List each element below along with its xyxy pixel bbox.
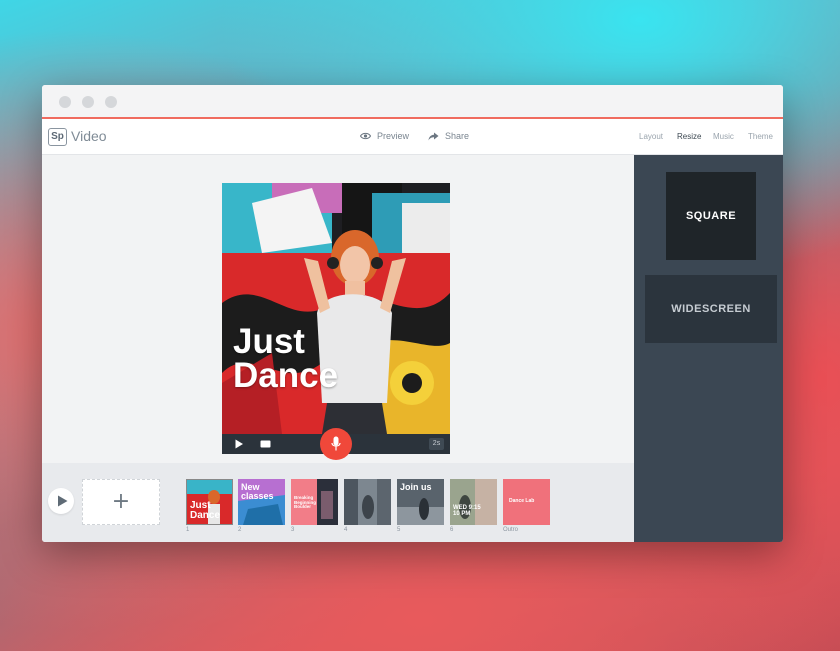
headline-line-2: Dance xyxy=(233,356,339,395)
slide-number: 2 xyxy=(238,527,242,533)
slide-number: 4 xyxy=(344,527,348,533)
thumb-3-text: Breaking Beginning Boulder xyxy=(294,495,316,509)
preview-button[interactable]: Preview xyxy=(360,131,409,141)
slide-preview[interactable]: Just Dance xyxy=(222,183,450,434)
thumb-6-text: WED 9:15 10 PM xyxy=(453,505,481,517)
tab-layout[interactable]: Layout xyxy=(639,132,663,141)
share-label: Share xyxy=(445,131,470,141)
share-button[interactable]: Share xyxy=(428,131,469,141)
slide-number: Outro xyxy=(503,527,519,533)
play-icon[interactable] xyxy=(234,439,244,449)
slide-duration[interactable]: 2s xyxy=(429,438,444,450)
add-slide-button[interactable]: + xyxy=(82,479,160,525)
slide-thumb-4[interactable] xyxy=(344,479,391,525)
close-dot[interactable] xyxy=(59,96,71,108)
slide-number: 5 xyxy=(397,527,401,533)
minimize-dot[interactable] xyxy=(82,96,94,108)
app-window: Sp Video Preview Share Layout Resize Mus… xyxy=(42,85,783,542)
resize-panel: SQUARE WIDESCREEN xyxy=(634,155,783,542)
thumb-5-text: Join us xyxy=(400,482,432,492)
microphone-icon xyxy=(331,436,341,451)
thumb-image xyxy=(450,479,497,525)
app-logo: Sp xyxy=(48,128,67,146)
eye-icon xyxy=(360,132,371,140)
widescreen-size-option[interactable]: WIDESCREEN xyxy=(645,275,777,343)
slide-thumb-1[interactable]: Just Dance xyxy=(186,479,233,525)
maximize-dot[interactable] xyxy=(105,96,117,108)
slide-thumb-7[interactable]: Dance Lab xyxy=(503,479,550,525)
play-icon xyxy=(58,495,68,507)
thumb-2-text: New classes xyxy=(241,482,274,501)
slide-timeline: + Just Dance New classes Breaking Beginn… xyxy=(42,463,634,542)
record-voice-button[interactable] xyxy=(320,428,352,460)
slide-thumb-3[interactable]: Breaking Beginning Boulder xyxy=(291,479,338,525)
square-size-option[interactable]: SQUARE xyxy=(666,172,756,260)
slide-thumb-6[interactable]: WED 9:15 10 PM xyxy=(450,479,497,525)
graffiti-photo xyxy=(222,183,450,434)
window-titlebar xyxy=(42,85,783,119)
slide-thumb-5[interactable]: Join us xyxy=(397,479,444,525)
slide-headline: Just Dance xyxy=(233,322,339,395)
app-name: Video xyxy=(71,128,107,144)
timeline-play-button[interactable] xyxy=(48,488,74,514)
thumb-image xyxy=(344,479,391,525)
preview-label: Preview xyxy=(377,131,410,141)
slide-number: 6 xyxy=(450,527,454,533)
editor-stage: Just Dance 2s xyxy=(42,155,634,463)
thumb-1-text: Just Dance xyxy=(190,500,221,521)
tab-music[interactable]: Music xyxy=(713,132,734,141)
slide-thumb-2[interactable]: New classes xyxy=(238,479,285,525)
app-toolbar: Sp Video Preview Share Layout Resize Mus… xyxy=(42,119,783,155)
slide-number: 3 xyxy=(291,527,295,533)
preview-player-bar: 2s xyxy=(222,428,450,460)
slide-number: 1 xyxy=(186,527,190,533)
tab-theme[interactable]: Theme xyxy=(748,132,773,141)
thumb-7-text: Dance Lab xyxy=(509,498,535,504)
share-arrow-icon xyxy=(428,132,439,140)
headline-line-1: Just xyxy=(233,322,305,361)
caption-icon[interactable] xyxy=(260,439,271,449)
tab-resize[interactable]: Resize xyxy=(677,132,701,141)
